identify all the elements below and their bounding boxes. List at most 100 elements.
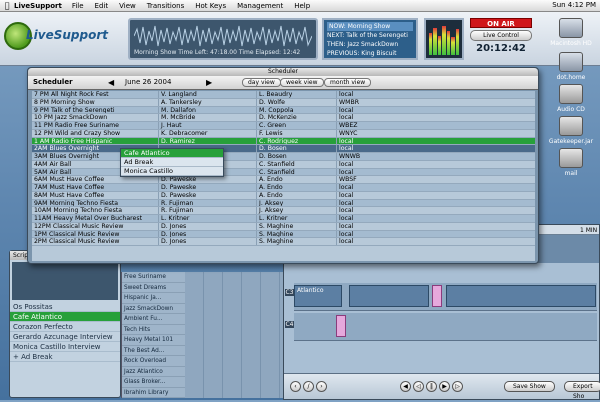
table-row[interactable]: 2PM Classical Music Review D. Jones S. Mag… bbox=[32, 238, 535, 246]
track-label-c4: C4 bbox=[285, 321, 294, 328]
menu-transitions[interactable]: Transitions bbox=[147, 2, 185, 10]
table-cell: 7AM Must Have Coffee bbox=[34, 184, 105, 191]
menu-help[interactable]: Help bbox=[294, 2, 310, 10]
table-cell: A. Endo bbox=[256, 184, 336, 191]
menu-management[interactable]: Management bbox=[237, 2, 283, 10]
popup-item-monica-castillo[interactable]: Monica Castillo bbox=[121, 167, 223, 176]
window-title[interactable]: Scheduler bbox=[28, 68, 538, 76]
list-item[interactable]: Jazz Atlantico bbox=[122, 367, 185, 377]
menu-view[interactable]: View bbox=[119, 2, 136, 10]
month-view-button[interactable]: month view bbox=[324, 78, 372, 87]
back-button[interactable]: ◁ bbox=[413, 381, 424, 392]
table-row[interactable]: 11AM Heavy Metal Over Bucharest L. Kritne… bbox=[32, 215, 535, 223]
list-item[interactable]: Free Suriname bbox=[122, 272, 185, 283]
table-cell: 2PM Classical Music Review bbox=[34, 238, 120, 245]
list-item[interactable]: Tech Hits bbox=[122, 325, 185, 335]
table-row[interactable]: 12PM Classical Music Review D. Jones S. Ma… bbox=[32, 222, 535, 231]
transition-marker[interactable] bbox=[336, 315, 346, 337]
script-item[interactable]: + Ad Break bbox=[10, 352, 120, 362]
scheduler-title: Scheduler bbox=[33, 78, 73, 86]
transition-marker[interactable] bbox=[432, 285, 442, 307]
desktop-icon-dot-home[interactable]: dot.home bbox=[548, 52, 594, 81]
table-cell: C. Stanfield bbox=[256, 168, 336, 176]
clip[interactable] bbox=[446, 285, 596, 307]
table-row[interactable]: 9AM Morning Techno Fiesta R. Fujiman J. Ak… bbox=[32, 199, 535, 208]
list-item[interactable]: Rock Overload bbox=[122, 356, 185, 367]
table-row[interactable]: 10 PM Jazz SmackDown M. McBride D. McKenzi… bbox=[32, 114, 535, 122]
popup-item-ad-break[interactable]: Ad Break bbox=[121, 158, 223, 167]
week-view-button[interactable]: week view bbox=[280, 78, 324, 87]
table-cell: S. Maghine bbox=[256, 222, 336, 230]
table-row[interactable]: 8 PM Morning Show A. Tankersley D. Wolfe WM… bbox=[32, 98, 535, 107]
table-cell: WBSF bbox=[336, 176, 535, 183]
table-row[interactable]: 6AM Must Have Coffee D. Paweske A. Endo WBS… bbox=[32, 176, 535, 184]
prev-date-icon[interactable]: ◀ bbox=[108, 78, 114, 87]
table-row[interactable]: 8AM Must Have Coffee D. Paweske A. Endo loc… bbox=[32, 191, 535, 200]
table-cell: local bbox=[336, 184, 535, 191]
popup-item-cafe-atlantico[interactable]: Cafe Atlantico bbox=[121, 149, 223, 158]
pause-button[interactable]: ‖ bbox=[426, 381, 437, 392]
menu-hot-keys[interactable]: Hot Keys bbox=[195, 2, 226, 10]
list-item[interactable]: Heavy Metal 101 bbox=[122, 335, 185, 346]
list-item[interactable]: Hispanic Ja... bbox=[122, 293, 185, 304]
table-cell: J. Aksey bbox=[256, 207, 336, 214]
live-control-button[interactable]: Live Control bbox=[470, 30, 532, 41]
table-cell: WNWB bbox=[336, 153, 535, 160]
track-c3[interactable]: Atlantico bbox=[294, 283, 597, 311]
table-row[interactable]: 5AM Air BallA. BellC. Stanfieldlocal bbox=[32, 168, 535, 177]
tool-button[interactable]: › bbox=[316, 381, 327, 392]
desktop-icon-audio-cd[interactable]: Audio CD bbox=[548, 84, 594, 113]
cd-icon bbox=[559, 84, 583, 104]
forward-button[interactable]: ▷ bbox=[452, 381, 463, 392]
tool-button[interactable]: / bbox=[303, 381, 314, 392]
now-playing-panel: Morning Show Time Left: 47:18.00 Time El… bbox=[128, 18, 318, 60]
day-view-button[interactable]: day view bbox=[242, 78, 281, 87]
waveform-display bbox=[134, 25, 312, 47]
clip-atlantico[interactable]: Atlantico bbox=[294, 285, 342, 307]
hard-drive-icon bbox=[559, 18, 583, 38]
desktop-icon-gatekeeper[interactable]: Gatekeeper.jar bbox=[548, 116, 594, 145]
export-show-button[interactable]: Export Sho bbox=[564, 381, 600, 400]
desktop-icon-mail[interactable]: mail bbox=[548, 148, 594, 177]
save-show-button[interactable]: Save Show bbox=[504, 381, 555, 392]
table-row[interactable]: 9 PM Talk of the Serengeti M. Dallafon M. … bbox=[32, 106, 535, 115]
table-row[interactable]: 1 AM Radio Free Hispanic D. Ramirez C. Rod… bbox=[32, 137, 535, 146]
table-cell: local bbox=[336, 199, 535, 207]
table-row[interactable]: 4AM Air Ball C. Stanfield local bbox=[32, 160, 535, 169]
tool-button[interactable]: ‹ bbox=[290, 381, 301, 392]
menu-edit[interactable]: Edit bbox=[95, 2, 109, 10]
app-menu[interactable]: LiveSupport bbox=[14, 2, 62, 10]
table-row[interactable]: 7AM Must Have Coffee D. Paweske A. Endo loc… bbox=[32, 184, 535, 192]
table-row[interactable]: 12 PM Wild and Crazy Show K. Debracomer F.… bbox=[32, 129, 535, 138]
table-cell: S. Maghine bbox=[256, 238, 336, 245]
list-item[interactable]: Jazz SmackDown bbox=[122, 304, 185, 314]
rewind-button[interactable]: ◀ bbox=[400, 381, 411, 392]
apple-menu-icon[interactable]:  bbox=[0, 1, 14, 10]
table-row[interactable]: 7 PM All Night Rock Fest V. Langland L. Be… bbox=[32, 91, 535, 99]
script-item[interactable]: Corazon Perfecto bbox=[10, 322, 120, 332]
list-item[interactable]: Glass Broker... bbox=[122, 377, 185, 388]
play-button[interactable]: ▶ bbox=[439, 381, 450, 392]
table-row[interactable]: 1PM Classical Music Review D. Jones S. Mag… bbox=[32, 230, 535, 239]
table-row[interactable]: 11 PM Radio Free Suriname J. Haut C. Green… bbox=[32, 122, 535, 130]
script-item-selected[interactable]: Cafe Atlantico bbox=[10, 312, 120, 322]
table-row[interactable]: 3AM Blues Overnight D. Bosen WNWB bbox=[32, 153, 535, 161]
table-row[interactable]: 10AM Morning Techno Fiesta R. Fujiman J. A… bbox=[32, 207, 535, 215]
menubar-clock[interactable]: Sun 4:12 PM bbox=[552, 1, 596, 9]
track-label-c3: C3 bbox=[285, 289, 294, 296]
menu-file[interactable]: File bbox=[72, 2, 84, 10]
script-item[interactable]: Os Possitas bbox=[10, 302, 120, 312]
list-item[interactable]: Sweet Dreams bbox=[122, 283, 185, 293]
next-date-icon[interactable]: ▶ bbox=[206, 78, 212, 87]
list-item[interactable]: The Best Ad... bbox=[122, 346, 185, 356]
list-item[interactable]: Ambient Fu... bbox=[122, 314, 185, 325]
table-row[interactable]: 2AM Blues Overnight D. Bosen local bbox=[32, 145, 535, 153]
table-cell: D. Bosen bbox=[256, 145, 336, 152]
script-item[interactable]: Gerardo Azcunage Interview bbox=[10, 332, 120, 342]
list-item[interactable]: Ibrahim Library bbox=[122, 388, 185, 398]
jar-file-icon bbox=[559, 116, 583, 136]
desktop-icon-macintosh-hd[interactable]: Macintosh HD bbox=[548, 18, 594, 47]
track-c4[interactable] bbox=[294, 313, 597, 341]
clip[interactable] bbox=[349, 285, 429, 307]
script-item[interactable]: Monica Castillo Interview bbox=[10, 342, 120, 352]
